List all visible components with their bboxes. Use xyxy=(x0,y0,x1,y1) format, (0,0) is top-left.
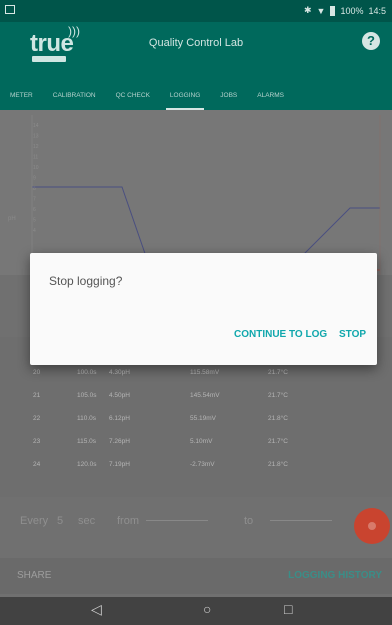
logging-controls: Every 5 sec from to xyxy=(0,497,392,547)
cell-mv: -2.73mV xyxy=(190,461,215,468)
tab-meter[interactable]: METER xyxy=(0,82,43,110)
to-label: to xyxy=(244,515,254,527)
y-tick-label: 7 xyxy=(33,197,36,203)
record-fab-button[interactable] xyxy=(354,508,390,544)
logo-signal-icon: ))) xyxy=(68,24,80,38)
stop-logging-dialog: Stop logging? CONTINUE TO LOG STOP xyxy=(30,253,377,365)
cell-ph: 6.12pH xyxy=(109,415,130,422)
logging-history-button[interactable]: LOGGING HISTORY xyxy=(288,570,382,581)
y-tick-label: 10 xyxy=(33,165,39,171)
from-label: from xyxy=(117,515,139,527)
cell-n: 20 xyxy=(33,369,41,376)
every-label: Every xyxy=(20,515,49,527)
cell-mv: 115.58mV xyxy=(190,369,220,376)
cell-temp: 21.7°C xyxy=(268,438,288,445)
interval-value[interactable]: 5 xyxy=(57,515,63,527)
battery-percent: 100% xyxy=(340,5,364,16)
cell-n: 21 xyxy=(33,392,41,399)
chart-plot: 1413121110987654 pH xyxy=(8,115,381,275)
cell-time: 105.0s xyxy=(77,392,97,399)
y-tick-label: 12 xyxy=(33,144,39,150)
status-bar: ✱ ▼ 100% 14:5 xyxy=(0,0,392,22)
continue-to-log-button[interactable]: CONTINUE TO LOG xyxy=(234,329,327,340)
share-button[interactable]: SHARE xyxy=(17,570,51,581)
cell-ph: 7.26pH xyxy=(109,438,130,445)
y-tick-label: 13 xyxy=(33,134,39,140)
tab-calibration[interactable]: CALIBRATION xyxy=(43,82,106,110)
table-row: 21 105.0s 4.50pH 145.54mV 21.7°C xyxy=(0,385,392,408)
cell-temp: 21.7°C xyxy=(268,369,288,376)
table-row: 20 100.0s 4.30pH 115.58mV 21.7°C xyxy=(0,362,392,385)
home-icon[interactable]: ○ xyxy=(203,601,211,617)
cell-temp: 21.7°C xyxy=(268,392,288,399)
y-axis: 1413121110987654 xyxy=(33,123,39,234)
clock: 14:5 xyxy=(368,5,386,16)
recents-icon[interactable]: □ xyxy=(284,601,292,617)
cell-time: 115.0s xyxy=(77,438,97,445)
interval-unit: sec xyxy=(78,515,96,527)
bottom-action-bar: SHARE LOGGING HISTORY xyxy=(0,558,392,594)
cell-mv: 145.54mV xyxy=(190,392,220,399)
status-icons: ✱ ▼ 100% 14:5 xyxy=(304,5,386,16)
cell-n: 22 xyxy=(33,415,41,422)
table-row: 24 120.0s 7.19pH -2.73mV 21.8°C xyxy=(0,454,392,477)
notification-icons xyxy=(5,5,15,16)
bluetooth-icon: ✱ xyxy=(303,5,312,15)
cell-temp: 21.8°C xyxy=(268,415,288,422)
cell-temp: 21.8°C xyxy=(268,461,288,468)
help-icon[interactable]: ? xyxy=(362,32,380,50)
app-title: Quality Control Lab xyxy=(148,37,244,49)
to-date-field[interactable] xyxy=(270,520,332,521)
y-tick-label: 4 xyxy=(33,228,36,234)
y-tick-label: 11 xyxy=(33,155,38,161)
y-tick-label: 9 xyxy=(33,176,36,182)
y-tick-label: 6 xyxy=(33,207,36,213)
tab-bar: METER CALIBRATION QC CHECK LOGGING JOBS … xyxy=(0,82,392,110)
y-tick-label: 5 xyxy=(33,218,36,224)
battery-icon xyxy=(330,5,336,16)
cell-n: 24 xyxy=(33,461,41,468)
stop-button[interactable]: STOP xyxy=(339,329,366,340)
wifi-icon: ▼ xyxy=(316,5,326,16)
cell-ph: 4.30pH xyxy=(109,369,130,376)
cell-mv: 5.10mV xyxy=(190,438,213,445)
cell-mv: 55.19mV xyxy=(190,415,217,422)
back-icon[interactable]: ◁ xyxy=(91,601,102,618)
y-axis-label: pH xyxy=(8,216,16,222)
cell-n: 23 xyxy=(33,438,41,445)
tab-logging[interactable]: LOGGING xyxy=(160,82,210,110)
dialog-title: Stop logging? xyxy=(49,274,123,288)
cell-time: 100.0s xyxy=(77,369,97,376)
system-nav-bar: ◁ ○ □ xyxy=(0,597,392,625)
tab-qc-check[interactable]: QC CHECK xyxy=(106,82,160,110)
tab-jobs[interactable]: JOBS xyxy=(210,82,247,110)
image-notification-icon xyxy=(5,5,15,14)
cell-ph: 7.19pH xyxy=(109,461,130,468)
cell-time: 120.0s xyxy=(77,461,97,468)
logging-chart[interactable]: 14 13 12 11 10 9 8 7 6 5 4 pH xyxy=(0,110,392,275)
y-tick-label: 14 xyxy=(33,123,39,129)
logo-subtitle-bar xyxy=(32,56,66,62)
table-row: 23 115.0s 7.26pH 5.10mV 21.7°C xyxy=(0,431,392,454)
tab-alarms[interactable]: ALARMS xyxy=(247,82,294,110)
cell-time: 110.0s xyxy=(77,415,97,422)
from-date-field[interactable] xyxy=(146,520,208,521)
table-row: 22 110.0s 6.12pH 55.19mV 21.8°C xyxy=(0,408,392,431)
cell-ph: 4.50pH xyxy=(109,392,130,399)
